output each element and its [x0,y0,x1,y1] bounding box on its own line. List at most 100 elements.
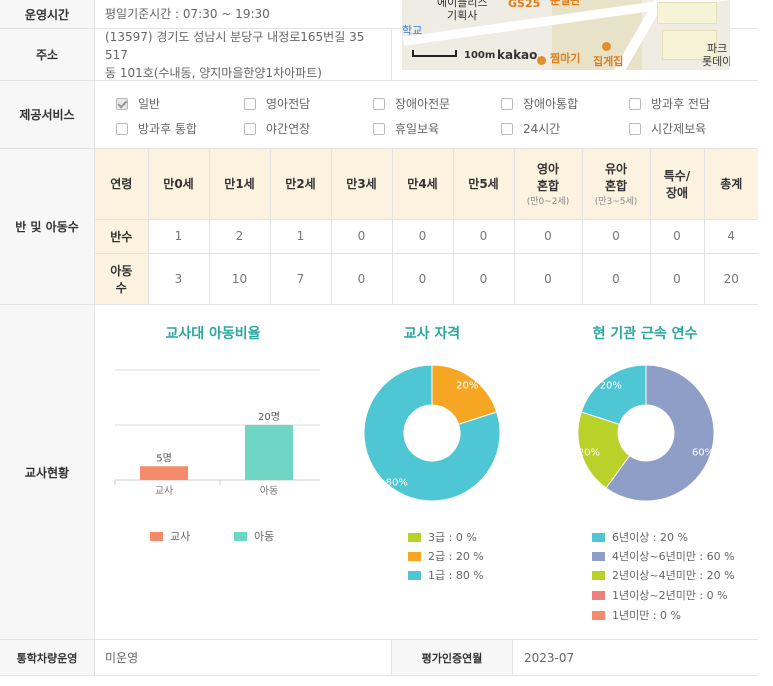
classes-header-row: 연령 만0세 만1세 만2세 만3세 만4세 만5세 영아 혼합 (만0~2세) 유아 혼합 (만3~5… [95,149,758,220]
service-option[interactable]: 장애아통합 [501,95,578,112]
row-label-text: 수 [115,280,127,295]
service-label: 방과후 전담 [651,97,711,111]
service-label: 영아전담 [266,97,311,111]
legend-item: 1급 : 80 % [408,567,484,583]
service-option[interactable]: 일반 [116,95,160,112]
header-text: (만0~2세) [526,197,570,208]
service-option[interactable]: 방과후 전담 [629,95,710,112]
table-cell: 1 [148,219,210,254]
header-text: 연령 [110,177,133,192]
table-cell: 1 [270,219,332,254]
service-label: 장애아통합 [523,97,579,111]
table-cell: 0 [582,253,651,304]
services-label: 제공서비스 [0,81,95,148]
legend-label: 6년이상 : 20 % [612,531,689,544]
map-scale-label: 100m [464,50,496,61]
cert-value: 2023-07 [524,650,575,665]
header-text: 만3세 [346,177,377,192]
header-text: 유아 [604,162,628,177]
column-header: 총계 [704,149,758,220]
table-cell: 0 [650,219,705,254]
column-header: 만5세 [453,149,515,220]
column-header: 만3세 [331,149,393,220]
legend-swatch [408,532,421,542]
row-label-text: 아동 [110,263,133,278]
table-cell: 4 [704,219,758,254]
legend-item: 3급 : 0 % [408,529,477,545]
location-map[interactable]: 에이블리스 기획사 GS25 문일관 학교 100m kakao 찜마기 집게집… [402,0,730,70]
checkbox-icon[interactable] [373,97,385,110]
table-cell: 0 [392,219,454,254]
checkbox-icon[interactable] [501,97,513,110]
legend-item: 6년이상 : 20 % [592,529,688,545]
legend-swatch [592,570,605,580]
checkbox-icon[interactable] [116,122,128,135]
service-label: 휴일보육 [395,122,440,136]
legend-swatch [150,531,163,541]
checkbox-icon[interactable] [373,122,385,135]
transport-value: 미운영 [105,651,139,665]
checkbox-icon[interactable] [629,122,641,135]
hours-label: 운영시간 [0,0,95,28]
classes-label: 반 및 아동수 [0,149,95,304]
legend-item: 1년미만 : 0 % [592,607,681,623]
address-value: (13597) 경기도 성남시 분당구 내정로165번길 35 517 동 10… [95,29,395,80]
service-option[interactable]: 휴일보육 [373,120,439,137]
checkbox-icon[interactable] [501,122,513,135]
legend-label: 1년이상~2년미만 : 0 % [612,589,728,602]
address-line2: 동 101호(수내동, 양지마을한양1차아파트) [105,65,322,80]
header-text: 특수/ [663,168,691,183]
column-header: 영아 혼합 (만0~2세) [514,149,583,220]
table-cell: 3 [148,253,210,304]
slice-label: 20% [600,380,622,391]
map-scale-bar [412,50,457,57]
checkbox-checked-icon[interactable] [116,97,128,110]
legend-item: 4년이상~6년미만 : 60 % [592,548,735,564]
legend-label: 1급 : 80 % [428,569,484,582]
header-text: 장애 [665,185,689,200]
column-header: 만1세 [209,149,271,220]
teachers-label: 교사현황 [0,305,95,639]
service-option[interactable]: 장애아전문 [373,95,450,112]
bar-child [245,425,293,480]
address-label: 주소 [0,29,95,80]
column-header: 연령 [95,149,149,220]
table-cell: 0 [582,219,651,254]
service-option[interactable]: 야간연장 [244,120,310,137]
teachers-row: 교사현황 교사대 아동비율 5명 교사 20명 아동 교사 아동 교사 자격 20% 8… [0,305,758,640]
service-option[interactable]: 영아전담 [244,95,310,112]
column-header: 만2세 [270,149,332,220]
hours-value: 평일기준시간 : 07:30 ~ 19:30 [105,7,270,21]
table-cell: 0 [331,219,393,254]
divider [391,29,392,80]
service-label: 방과후 통합 [138,122,198,136]
table-cell: 10 [209,253,271,304]
table-cell: 20 [723,271,739,286]
service-label: 24시간 [523,122,561,136]
classes-row: 반 및 아동수 연령 만0세 만1세 만2세 만3세 만4세 만5세 영아 혼합 (만0~2세) 유… [0,149,758,305]
checkbox-icon[interactable] [244,122,256,135]
checkbox-icon[interactable] [629,97,641,110]
legend-teacher: 교사 [150,528,190,544]
checkbox-icon[interactable] [244,97,256,110]
map-pin-icon [602,42,611,51]
service-option[interactable]: 시간제보육 [629,120,706,137]
service-option[interactable]: 24시간 [501,120,560,137]
legend-swatch [592,532,605,542]
transport-label: 통학차량운영 [0,640,95,675]
legend-item: 1년이상~2년미만 : 0 % [592,587,728,603]
legend-label: 2급 : 20 % [428,550,484,563]
header-text: 만4세 [407,177,438,192]
header-text: 혼합 [536,179,560,194]
column-header: 특수/장애 [650,149,705,220]
service-option[interactable]: 방과후 통합 [116,120,197,137]
row-label-text: 반수 [110,229,133,244]
ratio-bar-chart: 5명교사 20명아동 [114,369,320,497]
legend-child: 아동 [234,528,274,544]
column-header: 만4세 [392,149,454,220]
row-label: 반수 [95,219,149,254]
address-line1: (13597) 경기도 성남시 분당구 내정로165번길 35 517 [105,29,365,62]
qualification-chart-title: 교사 자격 [403,326,461,342]
service-label: 시간제보육 [651,122,707,136]
daycare-info-page: 운영시간 평일기준시간 : 07:30 ~ 19:30 주소 (13597) 경… [0,0,758,686]
